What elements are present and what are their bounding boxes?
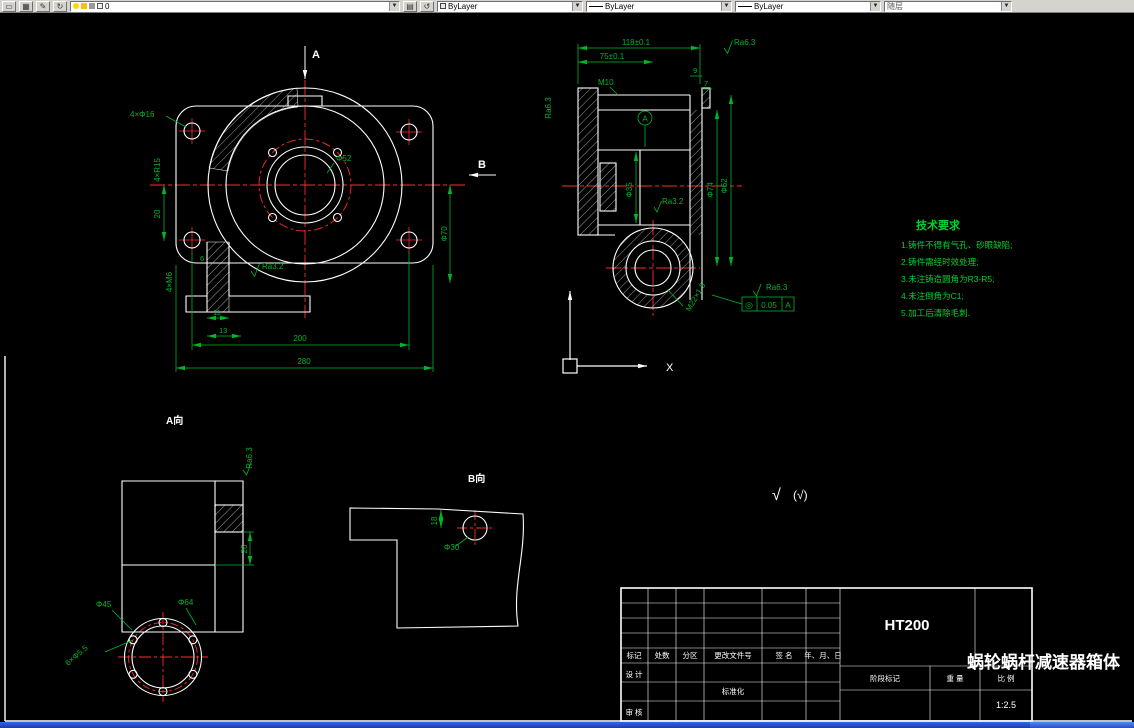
dim-d52: Φ52 [336, 154, 352, 163]
view-a-hatch [215, 505, 243, 532]
header-count: 处数 [655, 650, 670, 660]
dim-d35: Φ35 [625, 182, 634, 198]
toolbar-new-button[interactable]: ▭ [2, 0, 16, 12]
plotstyle-dropdown-value: 随层 [887, 1, 903, 11]
material-label: HT200 [884, 617, 929, 634]
dim-280: 280 [297, 357, 311, 366]
dim-d64: Φ64 [178, 598, 194, 607]
dim-20: 20 [153, 209, 162, 218]
dim-11: 11 [213, 308, 221, 317]
datum-a-label: A [642, 115, 648, 124]
dim-ra63-view-a: Ra6.3 [245, 447, 254, 469]
layer-dropdown-arrow[interactable]: ▼ [389, 1, 399, 11]
linetype-dropdown[interactable]: ByLayer ▼ [586, 0, 732, 12]
scale-value: 1:2.5 [996, 700, 1016, 710]
scale-label: 比 例 [997, 673, 1014, 683]
tech-req-line-4: 4.未注倒角为C1; [901, 291, 964, 301]
linetype-sample-icon [589, 5, 603, 7]
layer-dropdown-value: 0 [105, 1, 110, 11]
plotstyle-dropdown-arrow[interactable]: ▼ [1001, 1, 1011, 11]
lineweight-dropdown-arrow[interactable]: ▼ [870, 1, 880, 11]
tech-req-line-5: 5.加工后清除毛刺. [901, 308, 970, 318]
tech-req-line-1: 1.铸件不得有气孔、砂眼缺陷; [901, 240, 1012, 250]
header-date: 年、月、日 [804, 650, 842, 660]
dim-13: 13 [219, 326, 227, 335]
dim-d70: Φ70 [440, 226, 449, 242]
dim-18: 18 [430, 516, 439, 525]
header-mark: 标记 [627, 650, 642, 660]
view-b-label: B向 [468, 472, 485, 485]
lineweight-dropdown-value: ByLayer [754, 1, 784, 11]
dim-d45: Φ45 [96, 600, 112, 609]
color-dropdown-arrow[interactable]: ▼ [572, 1, 582, 11]
lineweight-dropdown[interactable]: ByLayer ▼ [735, 0, 881, 12]
front-base-hatch [206, 241, 230, 313]
row-design: 设 计 [625, 669, 643, 679]
color-dropdown[interactable]: ByLayer ▼ [437, 0, 583, 12]
dim-d30: Φ30 [444, 543, 460, 552]
dim-ra32-section: Ra3.2 [662, 197, 684, 206]
dim-4xm6: 4×M6 [165, 271, 174, 292]
dim-ra63-left: Ra6.3 [544, 97, 553, 119]
dim-9: 9 [693, 66, 697, 75]
dim-7: 7 [704, 79, 708, 88]
ucs-x-label: X [666, 362, 674, 374]
layer-color-swatch [97, 3, 103, 9]
tolerance-datum: A [785, 301, 791, 310]
dim-118: 118±0.1 [622, 38, 651, 47]
layer-manager-button[interactable]: ▤ [403, 0, 417, 12]
layer-dropdown[interactable]: 0 ▼ [70, 0, 400, 12]
toolbar: ▭ ▦ ✎ ↻ 0 ▼ ▤ ↺ ByLayer ▼ ByLayer ▼ ByLa… [0, 0, 1134, 13]
row-standardization: 标准化 [722, 686, 745, 696]
dim-200: 200 [293, 334, 307, 343]
part-name: 蜗轮蜗杆减速器箱体 [967, 652, 1121, 672]
color-dropdown-value: ByLayer [448, 1, 478, 11]
header-change-doc: 更改文件号 [714, 650, 752, 660]
linetype-dropdown-value: ByLayer [605, 1, 635, 11]
taskbar[interactable] [0, 722, 1134, 728]
tolerance-value: 0.05 [761, 301, 777, 310]
finish-primary-symbol: √ [772, 487, 781, 504]
dim-75: 75±0.1 [600, 52, 625, 61]
view-arrow-a-label: A [312, 49, 320, 61]
toolbar-save-button[interactable]: ✎ [36, 0, 50, 12]
tolerance-symbol: ◎ [745, 300, 753, 310]
linetype-dropdown-arrow[interactable]: ▼ [721, 1, 731, 11]
stage-mark-label: 阶段标记 [870, 673, 900, 683]
dim-ra32-front: Ra3.2 [262, 262, 284, 271]
dim-m10: M10 [598, 78, 614, 87]
dim-26: 26 [240, 544, 249, 553]
layer-on-icon [73, 3, 79, 9]
dim-ra63-top: Ra6.3 [734, 38, 756, 47]
dim-4xd16: 4×Φ16 [130, 110, 155, 119]
dim-ra63-right: Ra6.3 [766, 283, 788, 292]
view-a-label: A向 [166, 414, 183, 427]
layer-lock-icon [89, 3, 95, 9]
view-arrow-b-label: B [478, 159, 486, 171]
weight-label: 重 量 [946, 674, 964, 683]
taskbar-tray[interactable] [1030, 722, 1134, 728]
tech-req-line-3: 3.未注铸造圆角为R3-R5; [901, 274, 995, 284]
finish-secondary-symbol: (√) [793, 488, 808, 502]
layer-thaw-icon [81, 3, 87, 9]
layer-previous-button[interactable]: ↺ [420, 0, 434, 12]
dim-6: 6 [200, 254, 204, 263]
plotstyle-dropdown[interactable]: 随层 ▼ [884, 0, 1012, 12]
toolbar-undo-button[interactable]: ↻ [53, 0, 67, 12]
lineweight-sample-icon [738, 5, 752, 7]
header-zone: 分区 [683, 651, 698, 660]
toolbar-open-button[interactable]: ▦ [19, 0, 33, 12]
dim-4xr15: 4×R15 [153, 158, 162, 182]
tech-req-line-2: 2.铸件需经时效处理; [901, 257, 978, 267]
drawing-canvas[interactable]: A B 4×Φ16 4×R15 20 4×M6 Ra3.2 Φ52 6 11 1… [0, 0, 1134, 728]
dim-d74: Φ74 [706, 182, 715, 198]
color-swatch-icon [440, 3, 446, 9]
row-check: 审 核 [625, 707, 643, 717]
tech-req-title: 技术要求 [916, 218, 961, 232]
dim-d62: Φ62 [720, 178, 729, 194]
header-signature: 签 名 [775, 650, 792, 660]
